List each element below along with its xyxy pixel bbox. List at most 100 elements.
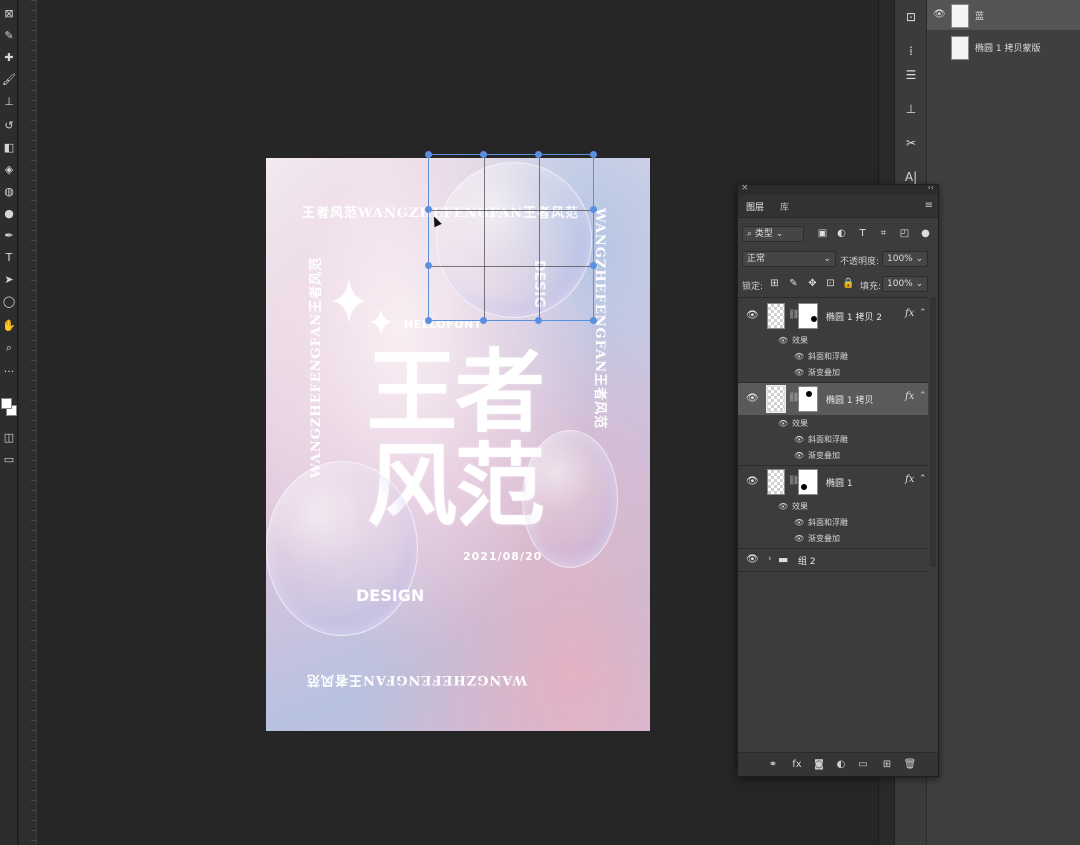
effects-row[interactable]: 👁 效果 [778,333,948,349]
filter-pixel-icon[interactable]: ▣ [816,227,829,240]
transform-handle[interactable] [425,206,432,213]
quick-mask-icon[interactable]: ◫ [1,430,17,446]
visibility-eye-icon[interactable]: 👁 [794,534,804,543]
tool-presets-icon[interactable]: ✂ [902,134,920,152]
blur-icon[interactable]: ◍ [1,184,17,200]
transform-handle[interactable] [535,151,542,158]
properties-icon[interactable]: ⊡ [902,8,920,26]
pen-icon[interactable]: ✒ [1,228,17,244]
screen-mode-icon[interactable]: ▭ [1,452,17,468]
add-mask-icon[interactable]: ◙ [812,758,826,772]
transform-handle[interactable] [425,262,432,269]
add-style-icon[interactable]: fx [790,758,804,772]
opacity-field[interactable]: 100% ⌄ [882,251,928,267]
effect-row[interactable]: 👁 斜面和浮雕 [794,515,964,531]
layer-fx-icon[interactable]: fx [905,474,914,485]
visibility-eye-icon[interactable]: 👁 [794,352,804,361]
brush-icon[interactable]: 🖌 [1,72,17,88]
free-transform-box[interactable] [425,151,597,324]
visibility-eye-icon[interactable]: 👁 [746,393,759,404]
filter-type-icon[interactable]: T [856,227,869,240]
lock-all-icon[interactable]: 🔒 [842,277,855,290]
lock-image-icon[interactable]: ✎ [787,277,800,290]
visibility-eye-icon[interactable]: 👁 [746,476,759,487]
filter-type-select[interactable]: ⌕ 类型 ⌄ [742,226,804,242]
ellipse-tool-icon[interactable]: ◯ [1,294,17,310]
effect-row[interactable]: 👁 渐变叠加 [794,531,964,547]
trash-icon[interactable]: 🗑 [903,758,917,772]
chevron-right-icon[interactable]: › [768,554,772,564]
top-layer-row[interactable]: 椭圆 1 拷贝蒙版 [927,32,1080,62]
panel-scrollbar[interactable] [930,297,936,567]
layer-fx-icon[interactable]: fx [905,391,914,402]
new-layer-icon[interactable]: ⊞ [880,758,894,772]
eyedropper-icon[interactable]: ✎ [1,28,17,44]
effect-row[interactable]: 👁 渐变叠加 [794,448,964,464]
hand-tool-icon[interactable]: ✋ [1,318,17,334]
lock-transparent-icon[interactable]: ⊞ [768,277,781,290]
effects-row[interactable]: 👁 效果 [778,499,948,515]
collapse-icon[interactable]: ‹‹ [928,183,934,192]
more-tools-icon[interactable]: ··· [1,364,17,380]
effect-row[interactable]: 👁 渐变叠加 [794,365,964,381]
filter-smart-object-icon[interactable]: ◰ [898,227,911,240]
blend-mode-select[interactable]: 正常 ⌄ [742,251,836,267]
dodge-icon[interactable]: ● [1,206,17,222]
link-layers-icon[interactable]: ⚭ [766,758,780,772]
chevron-up-icon[interactable]: ⌃ [919,308,927,318]
transform-handle[interactable] [590,262,597,269]
zoom-tool-icon[interactable]: ⌕ [1,340,17,356]
visibility-eye-icon[interactable]: 👁 [794,435,804,444]
history-brush-icon[interactable]: ↺ [1,118,17,134]
top-layer-row[interactable]: 👁 蓝 [927,0,1080,30]
layer-row[interactable]: 👁 ⛓ 椭圆 1 fx ⌃ [738,466,928,498]
adjustment-layer-icon[interactable]: ◐ [834,758,848,772]
transform-handle[interactable] [425,317,432,324]
visibility-eye-icon[interactable]: 👁 [794,518,804,527]
group-row[interactable]: 👁 › ▬ 组 2 [738,549,928,571]
transform-handle[interactable] [535,317,542,324]
transform-handle[interactable] [480,151,487,158]
visibility-eye-icon[interactable]: 👁 [794,451,804,460]
transform-handle[interactable] [590,151,597,158]
type-tool-icon[interactable]: T [1,250,17,266]
visibility-eye-icon[interactable]: 👁 [794,368,804,377]
tab-layers[interactable]: 图层 [746,200,764,213]
panel-titlebar[interactable]: × ‹‹ [738,183,938,195]
layer-mask-thumbnail[interactable] [798,386,818,412]
frame-tool-icon[interactable]: ⊠ [1,6,17,22]
lock-artboard-icon[interactable]: ⊡ [824,277,837,290]
layer-mask-thumbnail[interactable] [798,303,818,329]
healing-brush-icon[interactable]: ✚ [1,50,17,66]
eraser-icon[interactable]: ◧ [1,140,17,156]
path-select-icon[interactable]: ➤ [1,272,17,288]
chevron-up-icon[interactable]: ⌃ [919,474,927,484]
effect-row[interactable]: 👁 斜面和浮雕 [794,349,964,365]
transform-handle[interactable] [590,317,597,324]
stamp-icon[interactable]: ⊥ [1,94,17,110]
visibility-eye-icon[interactable]: 👁 [933,9,946,20]
lock-position-icon[interactable]: ✥ [806,277,819,290]
vertical-ruler[interactable] [19,0,37,845]
chevron-up-icon[interactable]: ⌃ [919,391,927,401]
panel-menu-icon[interactable]: ≡ [925,200,933,211]
layer-fx-icon[interactable]: fx [905,308,914,319]
close-icon[interactable]: × [741,183,749,193]
fill-field[interactable]: 100% ⌄ [882,276,928,292]
foreground-color-swatch[interactable] [1,398,12,409]
brush-settings-icon[interactable]: ⁞ [902,42,920,60]
visibility-eye-icon[interactable]: 👁 [778,502,788,511]
new-group-icon[interactable]: ▭ [856,758,870,772]
effect-row[interactable]: 👁 斜面和浮雕 [794,432,964,448]
adjustments-icon[interactable]: ☰ [902,66,920,84]
visibility-eye-icon[interactable]: 👁 [746,310,759,321]
transform-handle[interactable] [425,151,432,158]
filter-toggle-icon[interactable]: ● [919,227,932,240]
tab-library[interactable]: 库 [780,200,789,213]
visibility-eye-icon[interactable]: 👁 [746,554,759,565]
layer-row-selected[interactable]: 👁 ⛓ 椭圆 1 拷贝 fx ⌃ [738,383,928,415]
layer-mask-thumbnail[interactable] [798,469,818,495]
filter-shape-icon[interactable]: ⌗ [877,227,890,240]
filter-adjustment-icon[interactable]: ◐ [835,227,848,240]
layer-row[interactable]: 👁 ⛓ 椭圆 1 拷贝 2 fx ⌃ [738,300,928,332]
